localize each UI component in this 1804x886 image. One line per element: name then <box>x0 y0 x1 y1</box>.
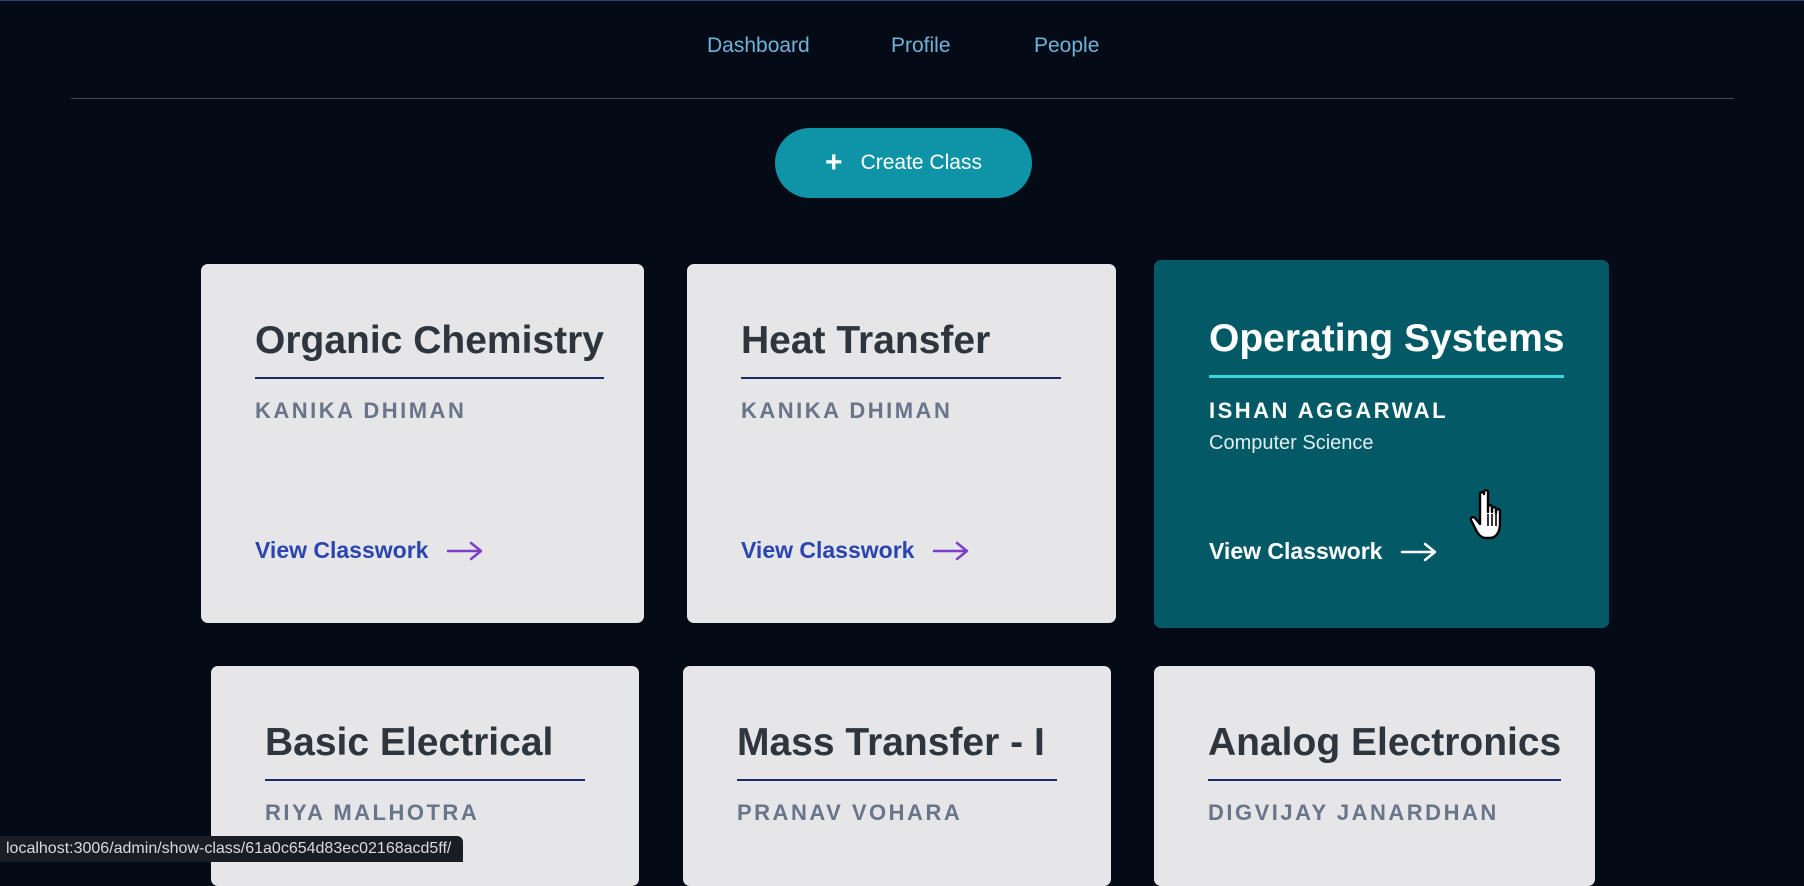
arrow-right-icon <box>1401 542 1437 561</box>
class-card-organic-chemistry[interactable]: Organic Chemistry KANIKA DHIMAN View Cla… <box>201 264 644 623</box>
view-classwork-label: View Classwork <box>255 537 429 563</box>
hand-cursor-icon <box>1469 489 1502 540</box>
create-class-button[interactable]: + Create Class <box>775 128 1032 198</box>
top-nav: Dashboard Profile People <box>0 0 1804 96</box>
plus-icon: + <box>825 146 843 179</box>
class-card-operating-systems[interactable]: Operating Systems ISHAN AGGARWAL Compute… <box>1154 260 1609 628</box>
class-teacher: KANIKA DHIMAN <box>255 398 467 423</box>
class-subject: Computer Science <box>1209 432 1374 454</box>
class-title: Organic Chemistry <box>255 319 604 379</box>
nav-people[interactable]: People <box>1034 34 1099 58</box>
class-teacher: PRANAV VOHARA <box>737 800 963 825</box>
view-classwork-link[interactable]: View Classwork <box>741 537 970 564</box>
nav-divider <box>71 98 1734 99</box>
class-title: Mass Transfer - I <box>737 721 1057 781</box>
view-classwork-link[interactable]: View Classwork <box>255 537 484 564</box>
class-teacher: DIGVIJAY JANARDHAN <box>1208 800 1499 825</box>
class-title: Basic Electrical <box>265 721 585 781</box>
class-title: Operating Systems <box>1209 317 1565 378</box>
class-teacher: ISHAN AGGARWAL <box>1209 398 1449 423</box>
class-title: Analog Electronics <box>1208 721 1562 781</box>
arrow-right-icon <box>447 541 483 560</box>
class-card-analog-electronics[interactable]: Analog Electronics DIGVIJAY JANARDHAN <box>1154 666 1595 886</box>
create-class-label: Create Class <box>860 151 982 174</box>
class-card-heat-transfer[interactable]: Heat Transfer KANIKA DHIMAN View Classwo… <box>687 264 1116 623</box>
class-teacher: KANIKA DHIMAN <box>741 398 953 423</box>
status-bar-url: localhost:3006/admin/show-class/61a0c654… <box>0 836 464 862</box>
view-classwork-label: View Classwork <box>1209 538 1383 564</box>
nav-dashboard[interactable]: Dashboard <box>707 34 810 58</box>
class-card-mass-transfer[interactable]: Mass Transfer - I PRANAV VOHARA <box>683 666 1111 886</box>
class-title: Heat Transfer <box>741 319 1061 379</box>
arrow-right-icon <box>933 541 969 560</box>
view-classwork-label: View Classwork <box>741 537 915 563</box>
view-classwork-link[interactable]: View Classwork <box>1209 538 1438 565</box>
nav-profile[interactable]: Profile <box>891 34 951 58</box>
class-teacher: RIYA MALHOTRA <box>265 800 480 825</box>
